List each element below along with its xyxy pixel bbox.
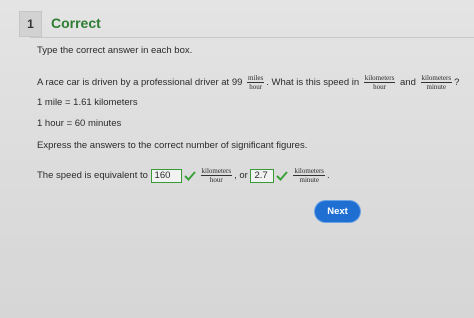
- fraction-denominator: minute: [299, 176, 319, 184]
- answer-input-km-per-hour[interactable]: 160: [150, 168, 182, 183]
- fraction-numerator: kilometers: [363, 74, 396, 83]
- next-button[interactable]: Next: [315, 201, 360, 222]
- fraction-km-per-minute: kilometers minute: [420, 74, 453, 91]
- fraction-denominator: hour: [209, 176, 223, 184]
- answer-statement: The speed is equivalent to 160 kilometer…: [37, 167, 330, 184]
- answer-lead: The speed is equivalent to: [37, 170, 148, 182]
- question-header: 1 Correct: [0, 0, 474, 40]
- fraction-numerator: miles: [247, 74, 265, 83]
- problem-mid: . What is this speed in: [266, 77, 360, 89]
- fraction-numerator: kilometers: [293, 167, 326, 176]
- problem-and: and: [400, 77, 416, 89]
- header-divider: [30, 37, 474, 38]
- fraction-denominator: hour: [373, 83, 386, 91]
- correct-status: Correct: [51, 15, 101, 31]
- answer-end: .: [327, 170, 330, 182]
- problem-statement: A race car is driven by a professional d…: [37, 74, 459, 91]
- problem-lead: A race car is driven by a professional d…: [37, 77, 243, 89]
- fact-hour: 1 hour = 60 minutes: [37, 118, 122, 129]
- fraction-km-per-minute: kilometers minute: [293, 167, 326, 184]
- answer-input-km-per-minute[interactable]: 2.7: [250, 168, 275, 183]
- question-number: 1: [19, 11, 42, 37]
- fraction-numerator: kilometers: [420, 74, 453, 83]
- problem-end: ?: [454, 77, 460, 89]
- fact-mile: 1 mile = 1.61 kilometers: [37, 97, 138, 108]
- fraction-denominator: minute: [426, 83, 446, 91]
- instructions-text: Type the correct answer in each box.: [37, 45, 193, 56]
- check-icon: [276, 170, 289, 181]
- fraction-denominator: hour: [249, 83, 263, 91]
- fraction-numerator: kilometers: [200, 167, 233, 176]
- fraction-miles-per-hour: miles hour: [247, 74, 265, 91]
- sigfig-instruction: Express the answers to the correct numbe…: [37, 140, 308, 151]
- question-panel: 1 Correct Type the correct answer in eac…: [0, 0, 474, 318]
- answer-or: , or: [234, 170, 248, 182]
- check-icon: [183, 170, 196, 181]
- fraction-km-per-hour: kilometers hour: [200, 167, 233, 184]
- fraction-km-per-hour: kilometers hour: [363, 74, 396, 91]
